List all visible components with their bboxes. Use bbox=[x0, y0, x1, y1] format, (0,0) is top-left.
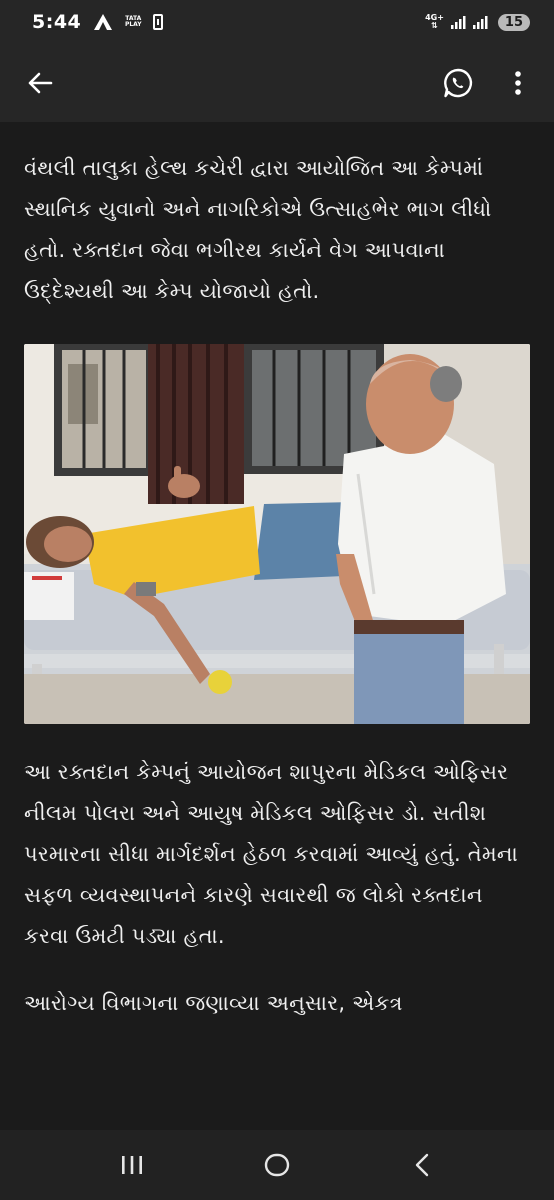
whatsapp-share-button[interactable] bbox=[440, 65, 476, 101]
status-time: 5:44 bbox=[32, 11, 82, 33]
recents-icon bbox=[122, 1156, 143, 1174]
article-paragraph-2: આ રક્તદાન કેમ્પનું આયોજન શાપુરના મેડિકલ … bbox=[24, 760, 518, 948]
status-bar: 5:44 TATA PLAY 4G+ ⇅ 15 bbox=[0, 0, 554, 44]
signal-icon-sim1 bbox=[450, 16, 466, 29]
article-paragraph-1: વંથલી તાલુકા હેલ્થ કચેરી દ્વારા આયોજિત આ… bbox=[24, 156, 492, 303]
data-arrows-icon: ⇅ bbox=[431, 21, 438, 30]
more-options-button[interactable] bbox=[500, 65, 536, 101]
battery-saver-icon bbox=[153, 14, 164, 30]
photo-blood-donation-scene bbox=[24, 344, 530, 724]
arrow-left-icon bbox=[28, 72, 53, 94]
app-bar bbox=[0, 44, 554, 122]
system-nav-bar bbox=[0, 1130, 554, 1200]
recents-button[interactable] bbox=[102, 1140, 162, 1190]
article-content: વંથલી તાલુકા હેલ્થ કચેરી દ્વારા આયોજિત આ… bbox=[0, 122, 554, 1130]
article-paragraph-3: આરોગ્ય વિભાગના જણાવ્યા અનુસાર, એકત્ર bbox=[24, 991, 403, 1015]
article-photo[interactable] bbox=[24, 344, 530, 724]
home-button[interactable] bbox=[247, 1140, 307, 1190]
back-button[interactable] bbox=[18, 61, 62, 105]
network-type: 4G+ ⇅ bbox=[425, 14, 444, 30]
tataplay-line2: PLAY bbox=[124, 21, 142, 28]
status-left-icons: TATA PLAY bbox=[93, 13, 164, 31]
chevron-left-icon bbox=[415, 1153, 428, 1177]
status-right: 4G+ ⇅ 15 bbox=[425, 13, 530, 31]
whatsapp-icon bbox=[444, 68, 473, 98]
airtel-icon bbox=[94, 14, 113, 30]
tataplay-icon: TATA PLAY bbox=[121, 16, 145, 28]
battery-level-badge: 15 bbox=[497, 13, 530, 31]
nav-back-button[interactable] bbox=[392, 1140, 452, 1190]
more-vert-icon bbox=[515, 71, 521, 95]
app-bar-actions bbox=[440, 65, 536, 101]
screen: 5:44 TATA PLAY 4G+ ⇅ 15 વંથલી તાલુકા હેલ… bbox=[0, 0, 554, 1200]
home-circle-icon bbox=[264, 1153, 290, 1177]
signal-icon-sim2 bbox=[472, 16, 488, 29]
